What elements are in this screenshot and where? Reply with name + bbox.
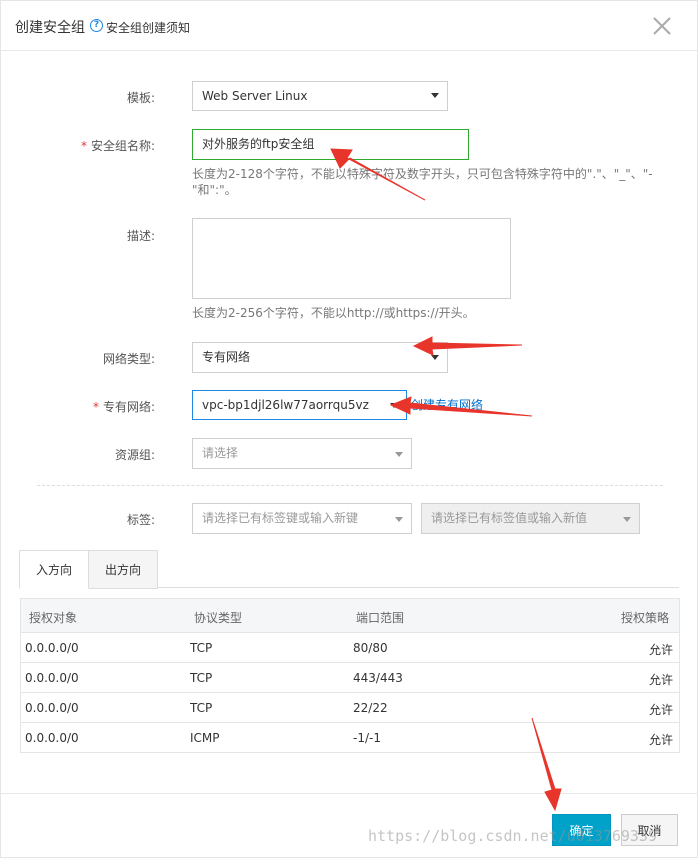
vpc-select[interactable]: vpc-bp1djl26lw77aorrqu5vz: [192, 390, 407, 420]
vpc-label-text: 专有网络:: [102, 400, 155, 414]
rules-table: 授权对象 协议类型 端口范围 授权策略 0.0.0.0/0 TCP 80/80 …: [20, 598, 680, 753]
table-cell: 允许: [648, 733, 673, 747]
table-cell: 允许: [648, 673, 673, 687]
chevron-down-icon: [395, 452, 403, 457]
required-mark: *: [80, 139, 87, 153]
dialog-header: 创建安全组 ? 安全组创建须知: [1, 1, 697, 51]
help-icon[interactable]: ?: [90, 19, 103, 32]
network-type-label: 网络类型:: [102, 352, 155, 366]
table-cell: 0.0.0.0/0: [25, 641, 79, 655]
tags-label: 标签:: [126, 513, 155, 527]
resource-group-label: 资源组:: [114, 448, 155, 462]
description-label: 描述:: [126, 229, 155, 243]
create-vpc-link[interactable]: 创建专有网络: [411, 396, 483, 413]
table-cell: ICMP: [190, 731, 220, 745]
name-input-value: 对外服务的ftp安全组: [202, 137, 315, 151]
template-select-value: Web Server Linux: [202, 89, 308, 103]
chevron-down-icon: [390, 403, 398, 408]
dialog-title: 创建安全组: [15, 20, 85, 36]
description-textarea[interactable]: [192, 218, 511, 299]
column-header: 授权策略: [620, 611, 669, 625]
tab-inbound[interactable]: 入方向: [19, 550, 89, 589]
tab-outbound[interactable]: 出方向: [89, 550, 158, 589]
table-cell: -1/-1: [353, 731, 381, 745]
description-hint: 长度为2-256个字符，不能以http://或https://开头。: [192, 306, 475, 320]
table-cell: TCP: [190, 701, 213, 715]
watermark: https://blog.csdn.net/u013769339: [368, 827, 657, 845]
network-type-select[interactable]: 专有网络: [192, 342, 448, 373]
table-cell: 0.0.0.0/0: [25, 731, 79, 745]
table-cell: 允许: [648, 643, 673, 657]
vpc-select-value: vpc-bp1djl26lw77aorrqu5vz: [202, 398, 369, 412]
chevron-down-icon: [623, 517, 631, 522]
table-row: 0.0.0.0/0 TCP 22/22 允许: [21, 692, 679, 722]
resource-group-placeholder: 请选择: [202, 446, 239, 460]
required-mark: *: [92, 400, 99, 414]
column-header: 协议类型: [194, 611, 243, 625]
tag-value-select[interactable]: 请选择已有标签值或输入新值: [421, 503, 640, 534]
name-input[interactable]: 对外服务的ftp安全组: [192, 129, 469, 160]
template-label: 模板:: [126, 91, 155, 105]
close-icon[interactable]: [651, 15, 673, 37]
create-security-group-dialog: 创建安全组 ? 安全组创建须知 模板: Web Server Linux * 安全…: [0, 0, 698, 858]
table-cell: 22/22: [353, 701, 388, 715]
table-cell: 0.0.0.0/0: [25, 671, 79, 685]
table-row: 0.0.0.0/0 TCP 443/443 允许: [21, 662, 679, 692]
direction-tabs: 入方向 出方向: [19, 550, 679, 589]
table-row: 0.0.0.0/0 ICMP -1/-1 允许: [21, 722, 679, 752]
name-label: * 安全组名称:: [0, 137, 155, 154]
resource-group-select[interactable]: 请选择: [192, 438, 412, 469]
table-cell: TCP: [190, 641, 213, 655]
chevron-down-icon: [431, 355, 439, 360]
chevron-down-icon: [395, 517, 403, 522]
tag-value-placeholder: 请选择已有标签值或输入新值: [431, 511, 588, 525]
table-cell: 80/80: [353, 641, 388, 655]
table-row: 0.0.0.0/0 TCP 80/80 允许: [21, 632, 679, 662]
table-header-row: 授权对象 协议类型 端口范围 授权策略: [21, 599, 679, 632]
vpc-label: * 专有网络:: [0, 398, 155, 415]
section-divider: [37, 485, 663, 486]
chevron-down-icon: [431, 93, 439, 98]
help-link[interactable]: 安全组创建须知: [106, 19, 190, 36]
table-cell: 允许: [648, 703, 673, 717]
column-header: 授权对象: [29, 611, 78, 625]
name-hint: 长度为2-128个字符，不能以特殊字符及数字开头，只可包含特殊字符中的"."、"…: [192, 167, 653, 197]
table-cell: 0.0.0.0/0: [25, 701, 79, 715]
name-label-text: 安全组名称:: [90, 139, 155, 153]
network-type-value: 专有网络: [202, 350, 251, 364]
tag-key-placeholder: 请选择已有标签键或输入新键: [202, 511, 359, 525]
tag-key-select[interactable]: 请选择已有标签键或输入新键: [192, 503, 412, 534]
column-header: 端口范围: [356, 611, 405, 625]
table-cell: 443/443: [353, 671, 403, 685]
dialog-footer: [1, 793, 697, 794]
table-cell: TCP: [190, 671, 213, 685]
template-select[interactable]: Web Server Linux: [192, 81, 448, 111]
